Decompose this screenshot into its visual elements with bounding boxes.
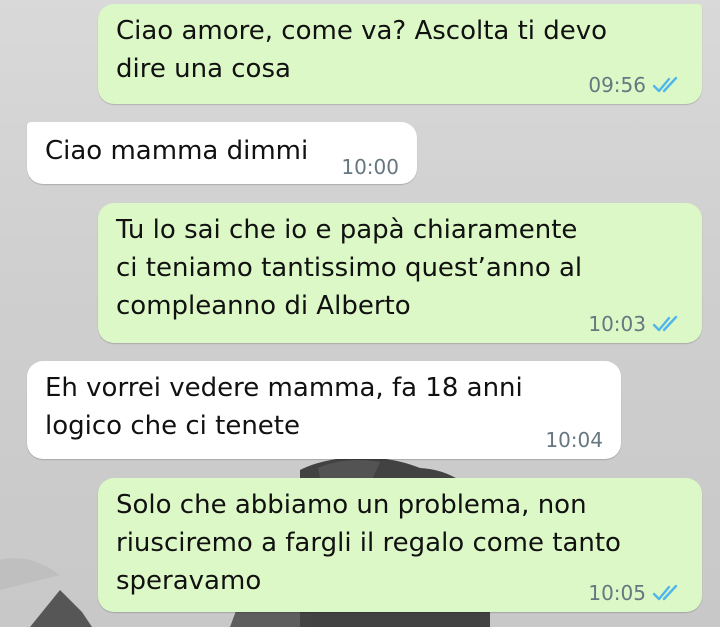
message-text: Eh vorrei vedere mamma, fa 18 anni logic… (45, 373, 523, 441)
message-bubble-outgoing[interactable]: Ciao amore, come va? Ascolta ti devo dir… (98, 4, 702, 104)
message-meta: 10:00 (341, 156, 399, 178)
double-check-icon (652, 315, 678, 332)
message-meta: 09:56 (588, 74, 680, 96)
message-bubble-outgoing[interactable]: Tu lo sai che io e papà chiaramente ci t… (98, 203, 702, 343)
message-bubble-incoming[interactable]: Ciao mamma dimmi 10:00 (27, 122, 417, 184)
double-check-icon (652, 76, 678, 93)
message-text: Tu lo sai che io e papà chiaramente ci t… (116, 215, 583, 321)
message-bubble-outgoing[interactable]: Solo che abbiamo un problema, non riusci… (98, 478, 702, 612)
message-meta: 10:04 (545, 429, 603, 451)
message-time: 10:03 (588, 312, 646, 336)
message-time: 10:05 (588, 581, 646, 605)
message-time: 10:04 (545, 428, 603, 452)
message-time: 09:56 (588, 73, 646, 97)
message-meta: 10:05 (588, 582, 680, 604)
message-time: 10:00 (341, 155, 399, 179)
message-bubble-incoming[interactable]: Eh vorrei vedere mamma, fa 18 anni logic… (27, 361, 621, 459)
message-meta: 10:03 (588, 313, 680, 335)
double-check-icon (652, 584, 678, 601)
